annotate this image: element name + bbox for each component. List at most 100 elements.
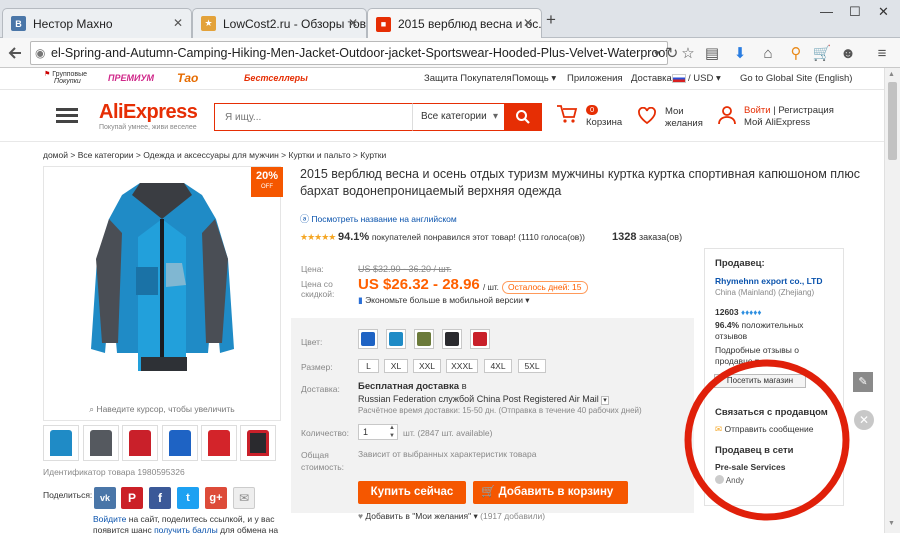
seller-heading: Продавец:: [715, 258, 765, 269]
size-option[interactable]: XXXL: [446, 359, 478, 373]
wishlist-label-line: желания: [665, 118, 703, 129]
group-buy-promo[interactable]: ⚑ Групповые Покупки: [44, 71, 94, 87]
promo-logo-icon: ⚑: [44, 71, 51, 78]
thumbnail-red-2[interactable]: [201, 425, 237, 461]
aliexpress-logo[interactable]: AliExpress: [99, 101, 198, 124]
cart-icon: [557, 105, 578, 123]
search-button[interactable]: [504, 103, 542, 131]
tab-aliexpress[interactable]: ■ 2015 верблюд весна и ос... ✕: [367, 8, 542, 39]
add-wishlist-link[interactable]: ♥ Добавить в "Мои желания" ▾ (1917 добав…: [358, 511, 545, 522]
vk-share-icon[interactable]: vk: [94, 487, 116, 509]
minimize-icon[interactable]: —: [820, 4, 833, 19]
account-links: Войти | Регистрация Мой AliExpress: [744, 105, 834, 129]
page-scrollbar[interactable]: ▲ ▼: [884, 68, 900, 533]
tab-vk[interactable]: В Нестор Махно ✕: [2, 8, 192, 38]
email-share-icon[interactable]: ✉: [233, 487, 255, 509]
color-option-blue[interactable]: [358, 329, 378, 349]
buyer-protection-link[interactable]: Защита Покупателя: [424, 73, 512, 84]
total-label: Общая стоимость:: [301, 449, 344, 473]
quantity-stepper[interactable]: 1 ▲ ▼: [358, 424, 398, 440]
size-option[interactable]: L: [358, 359, 379, 373]
bookmark-star-icon[interactable]: ☆: [676, 42, 700, 64]
account-button[interactable]: [716, 105, 738, 128]
color-option-green[interactable]: [414, 329, 434, 349]
color-option-red[interactable]: [470, 329, 490, 349]
back-button[interactable]: [3, 42, 27, 64]
wishlist-button[interactable]: [637, 106, 657, 128]
search-input[interactable]: [214, 103, 412, 131]
close-tab-icon[interactable]: ✕: [348, 16, 358, 30]
premium-promo[interactable]: ПРЕМИУМ: [108, 73, 154, 83]
pinterest-share-icon[interactable]: P: [121, 487, 143, 509]
shipping-method[interactable]: Russian Federation службой China Post Re…: [358, 394, 609, 405]
twitter-share-icon[interactable]: t: [177, 487, 199, 509]
add-to-cart-button[interactable]: 🛒 Добавить в корзину: [473, 481, 628, 504]
apps-link[interactable]: Приложения: [567, 73, 623, 84]
seller-diamond-icon: ♦♦♦♦♦: [741, 308, 762, 317]
cart-extension-icon[interactable]: 🛒: [810, 42, 834, 64]
aliexpress-favicon-icon: ■: [376, 16, 391, 32]
chevron-down-icon: ▾: [492, 111, 498, 122]
buy-now-button[interactable]: Купить сейчас: [358, 481, 466, 504]
points-link[interactable]: получить баллы: [154, 525, 218, 535]
thumbnail-blue[interactable]: [43, 425, 79, 461]
close-tab-icon[interactable]: ✕: [523, 16, 533, 30]
global-site-link[interactable]: Go to Global Site (English): [740, 73, 852, 84]
reading-list-icon[interactable]: ▤: [700, 42, 724, 64]
thumbnail-blue-2[interactable]: [162, 425, 198, 461]
tab-lowcost[interactable]: ★ LowCost2.ru - Обзоры тов... ✕: [192, 8, 367, 38]
rating-text[interactable]: покупателей понравился этот товар! (1110…: [372, 232, 585, 242]
thumbnail-red[interactable]: [122, 425, 158, 461]
tao-promo[interactable]: Тао: [177, 71, 198, 85]
product-main-image[interactable]: 20% OFF ⌕ Наведите курсор, чтобы увеличи…: [43, 166, 283, 421]
hamburger-menu-icon[interactable]: [56, 108, 78, 124]
new-tab-button[interactable]: +: [546, 10, 556, 30]
download-icon[interactable]: ⬇: [728, 42, 752, 64]
category-select[interactable]: Все категории ▾: [412, 103, 504, 131]
stepper-arrows-icon[interactable]: ▲ ▼: [389, 424, 395, 440]
wishlist-label[interactable]: Мои желания: [665, 106, 703, 130]
scroll-up-icon[interactable]: ▲: [888, 71, 895, 78]
scrollbar-thumb[interactable]: [888, 82, 897, 160]
edit-pencil-icon[interactable]: ✎: [853, 372, 873, 392]
signin-share-link[interactable]: Войдите: [93, 514, 126, 524]
size-option[interactable]: 4XL: [484, 359, 512, 373]
address-bar[interactable]: ◉ el-Spring-and-Autumn-Camping-Hiking-Me…: [30, 41, 668, 65]
breadcrumb[interactable]: домой > Все категории > Одежда и аксессу…: [43, 150, 386, 160]
cart-label[interactable]: Корзина: [586, 117, 622, 128]
home-icon[interactable]: ⌂: [756, 42, 780, 64]
seller-name-link[interactable]: Rhymehnn export co., LTD: [715, 276, 823, 286]
signin-link[interactable]: Войти: [744, 105, 771, 116]
scroll-down-icon[interactable]: ▼: [888, 520, 895, 527]
menu-icon[interactable]: ≡: [870, 42, 894, 64]
add-to-cart-label: Добавить в корзину: [498, 486, 614, 498]
googleplus-share-icon[interactable]: g+: [205, 487, 227, 509]
site-info-icon[interactable]: ◉: [35, 42, 45, 64]
extension-icon[interactable]: ⚲: [784, 42, 808, 64]
size-option[interactable]: 5XL: [518, 359, 546, 373]
search-icon: [516, 110, 530, 124]
size-option[interactable]: XL: [384, 359, 408, 373]
close-tab-icon[interactable]: ✕: [173, 16, 183, 30]
currency-link[interactable]: / USD ▾: [688, 73, 721, 84]
mobile-savings-link[interactable]: ▮ Экономьте больше в мобильной версии ▾: [358, 295, 530, 306]
bestsellers-promo[interactable]: Бестселлеры: [244, 73, 308, 83]
color-option-lightblue[interactable]: [386, 329, 406, 349]
help-link[interactable]: Помощь ▾: [512, 73, 556, 84]
thumbnail-black-red[interactable]: [240, 425, 276, 461]
register-link[interactable]: | Регистрация: [773, 105, 834, 116]
facebook-share-icon[interactable]: f: [149, 487, 171, 509]
close-circle-icon[interactable]: ✕: [854, 410, 874, 430]
promo-label: Покупки: [54, 78, 81, 85]
share-text: для обмена на: [217, 525, 279, 535]
translate-icon: ⓐ: [300, 214, 310, 224]
size-option[interactable]: XXL: [413, 359, 441, 373]
close-window-icon[interactable]: ✕: [878, 4, 889, 20]
maximize-icon[interactable]: ☐: [849, 4, 861, 20]
cart-button[interactable]: [556, 104, 578, 127]
my-aliexpress-link[interactable]: Мой AliExpress: [744, 117, 810, 128]
chat-extension-icon[interactable]: ☻: [836, 42, 860, 64]
thumbnail-grey[interactable]: [83, 425, 119, 461]
color-option-black[interactable]: [442, 329, 462, 349]
translate-link[interactable]: ⓐ Посмотреть название на английском: [300, 212, 457, 225]
